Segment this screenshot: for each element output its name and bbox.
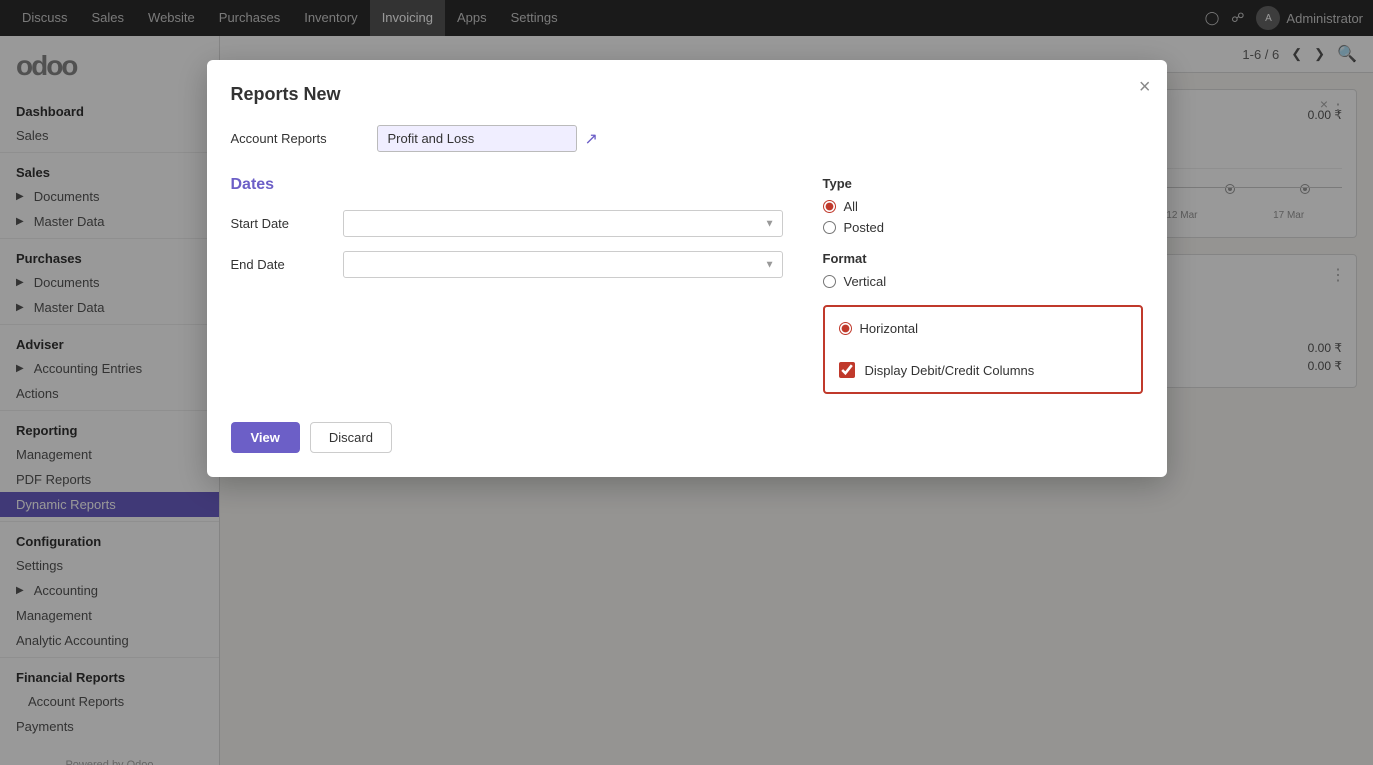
- modal-title: Reports New: [231, 84, 1143, 105]
- modal-type-posted[interactable]: Posted: [823, 220, 1143, 235]
- modal-end-date-select[interactable]: [343, 251, 783, 278]
- modal-external-link-icon[interactable]: ↗: [585, 129, 598, 149]
- modal-display-debit-credit-checkbox[interactable]: [839, 362, 855, 378]
- modal-type-all[interactable]: All: [823, 199, 1143, 214]
- modal-reports-new: Reports New × Account Reports Profit and…: [207, 60, 1167, 477]
- modal-dates-title: Dates: [231, 176, 783, 194]
- modal-account-reports-select[interactable]: Profit and Loss Balance Sheet Cash Flow: [377, 125, 577, 152]
- modal-overlay: Reports New × Account Reports Profit and…: [0, 0, 1373, 765]
- modal-body: Dates Start Date ▼ End Date ▼: [231, 176, 1143, 394]
- modal-format-label: Format: [823, 251, 1143, 266]
- modal-end-date-label: End Date: [231, 257, 331, 272]
- modal-start-date-label: Start Date: [231, 216, 331, 231]
- modal-right-panel: Type All Posted Format: [823, 176, 1143, 394]
- modal-type-posted-radio[interactable]: [823, 221, 836, 234]
- modal-footer: View Discard: [231, 422, 1143, 453]
- modal-start-date-wrap: ▼: [343, 210, 783, 237]
- modal-select-wrap: Profit and Loss Balance Sheet Cash Flow …: [377, 125, 598, 152]
- modal-format-horizontal[interactable]: Horizontal: [839, 321, 1127, 336]
- modal-format-section: Format Vertical: [823, 251, 1143, 289]
- modal-type-radio-group: All Posted: [823, 199, 1143, 235]
- modal-start-date-select[interactable]: [343, 210, 783, 237]
- modal-discard-button[interactable]: Discard: [310, 422, 392, 453]
- modal-format-vertical-radio[interactable]: [823, 275, 836, 288]
- modal-format-radio-group: Vertical: [823, 274, 1143, 289]
- modal-format-horizontal-radio[interactable]: [839, 322, 852, 335]
- modal-format-vertical[interactable]: Vertical: [823, 274, 1143, 289]
- modal-close-button[interactable]: ×: [1139, 76, 1151, 99]
- modal-view-button[interactable]: View: [231, 422, 300, 453]
- modal-highlighted-box: Horizontal Display Debit/Credit Columns: [823, 305, 1143, 394]
- modal-start-date-row: Start Date ▼: [231, 210, 783, 237]
- modal-display-debit-credit[interactable]: Display Debit/Credit Columns: [839, 362, 1127, 378]
- modal-account-reports-row: Account Reports Profit and Loss Balance …: [231, 125, 1143, 152]
- modal-left-panel: Dates Start Date ▼ End Date ▼: [231, 176, 783, 394]
- modal-end-date-row: End Date ▼: [231, 251, 783, 278]
- modal-type-all-radio[interactable]: [823, 200, 836, 213]
- modal-display-debit-credit-label: Display Debit/Credit Columns: [865, 363, 1035, 378]
- modal-type-label: Type: [823, 176, 1143, 191]
- modal-end-date-wrap: ▼: [343, 251, 783, 278]
- modal-type-section: Type All Posted: [823, 176, 1143, 235]
- modal-account-reports-label: Account Reports: [231, 131, 361, 146]
